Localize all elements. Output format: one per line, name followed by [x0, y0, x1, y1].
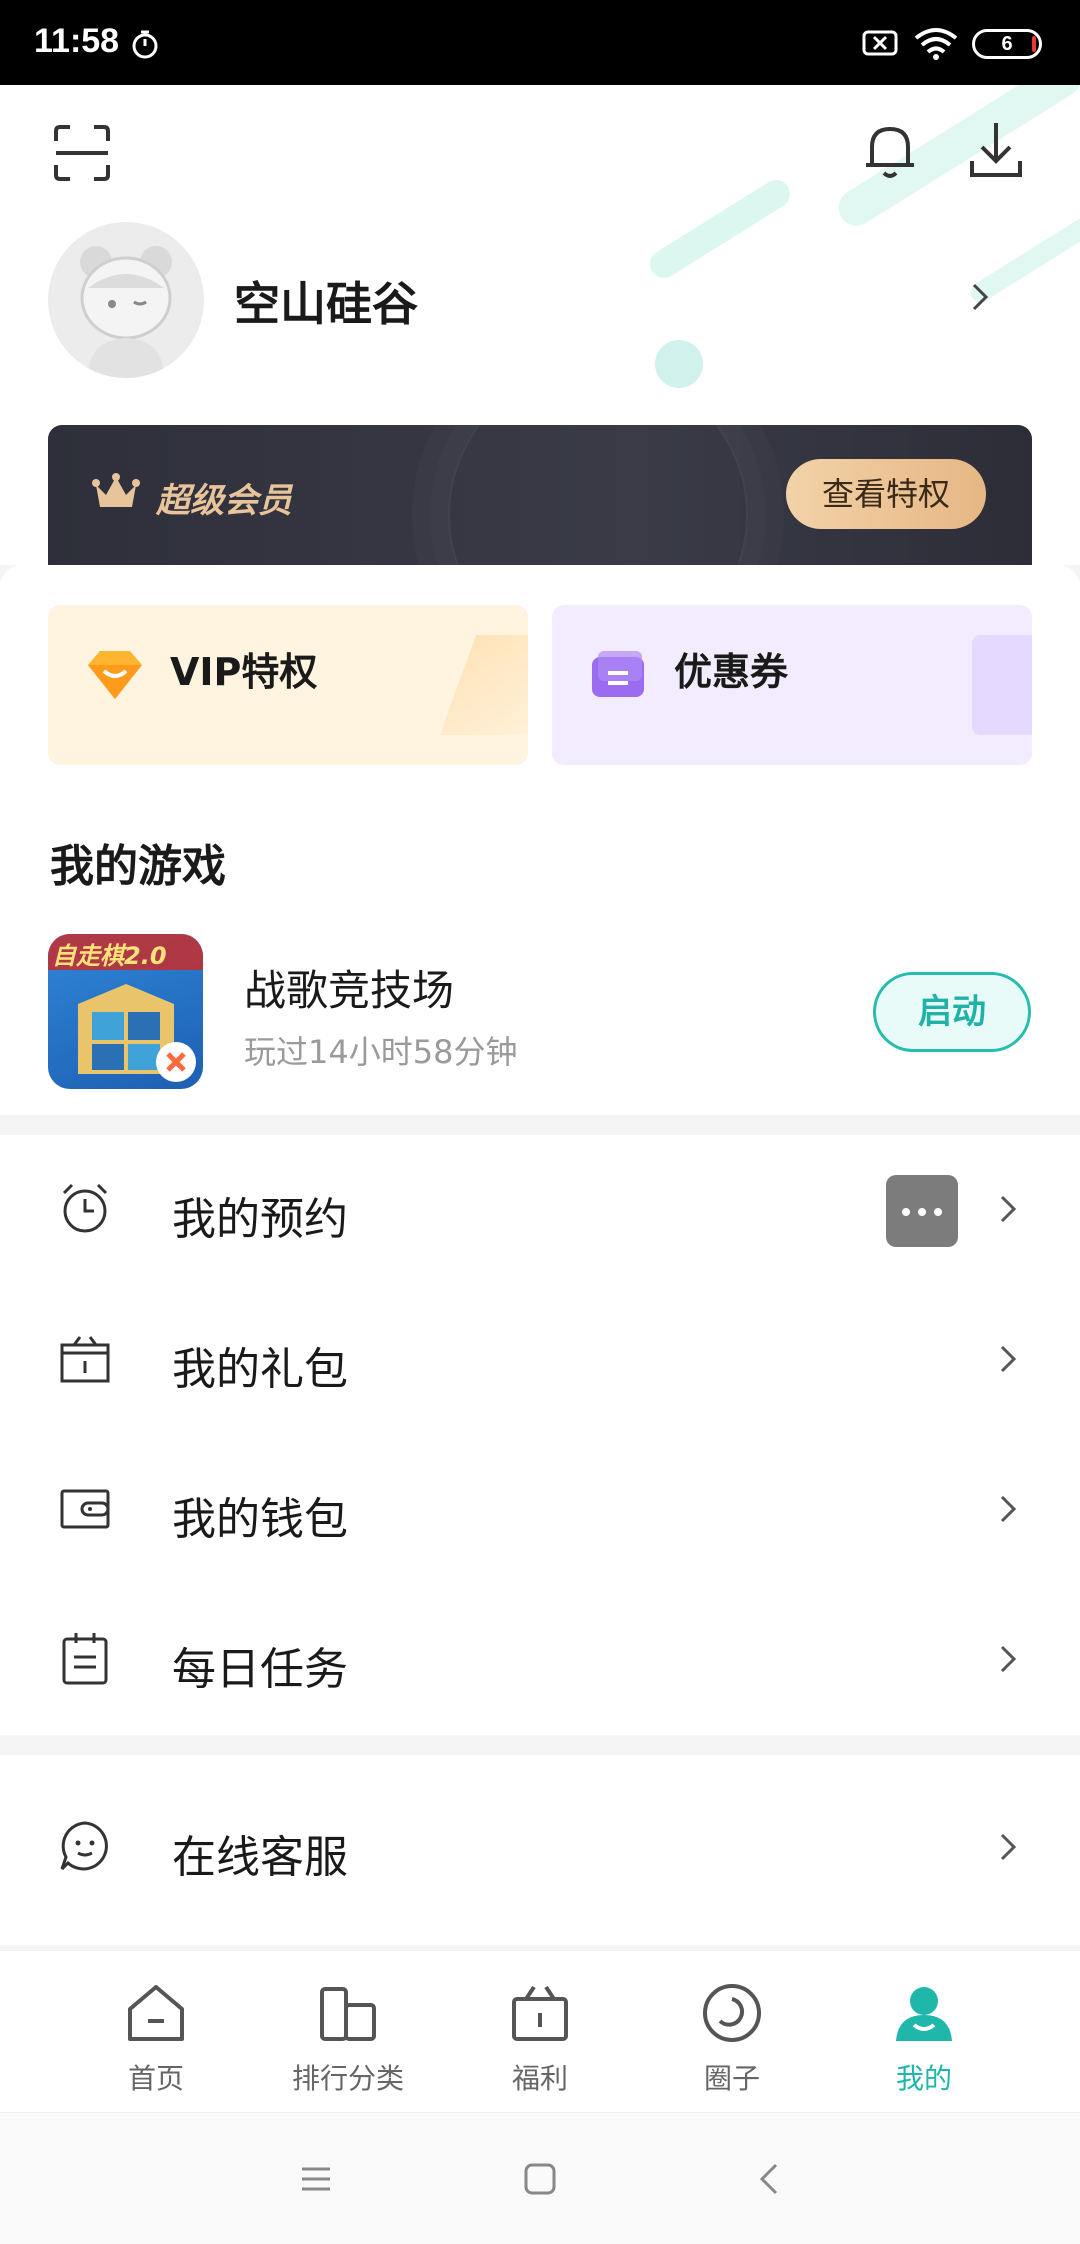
card-decoration [972, 635, 1032, 735]
ranking-icon [320, 1987, 376, 2041]
back-icon[interactable] [752, 2161, 788, 2197]
chevron-right-icon [1000, 1833, 1017, 1861]
game-icon[interactable]: 自走棋2.0 [48, 934, 203, 1089]
coupon-label: 优惠券 [674, 650, 789, 694]
menu-item-daily-tasks[interactable]: 每日任务 [0, 1585, 1080, 1735]
main-content: VIP特权 优惠券 我的游戏 自走棋2.0 战歌竞技场 玩过14小时58分钟 启… [0, 565, 1080, 1115]
menu-label: 我的预约 [172, 1194, 348, 1245]
view-privileges-button[interactable]: 查看特权 [786, 459, 986, 529]
bottom-tab-bar: 首页 排行分类 福利 圈子 我的 [0, 1950, 1080, 2112]
gift-box-icon [60, 1336, 110, 1383]
header-decoration [644, 174, 796, 284]
game-name[interactable]: 战歌竞技场 [244, 957, 454, 1018]
customer-service-icon [60, 1821, 108, 1871]
username[interactable]: 空山硅谷 [234, 268, 418, 334]
super-vip-banner[interactable]: 超级会员 查看特权 [48, 425, 1032, 565]
battery-icon: 6 [972, 29, 1042, 59]
coupon-card[interactable]: 优惠券 [552, 605, 1032, 765]
status-time: 11:58 [34, 22, 120, 60]
tab-circle[interactable]: 圈子 [636, 1951, 828, 2113]
alarm-clock-icon [62, 1183, 108, 1233]
card-decoration [439, 635, 528, 735]
circle-icon [703, 1984, 761, 2042]
avatar[interactable] [48, 222, 204, 378]
tab-label: 首页 [127, 2062, 184, 2095]
timer-icon [132, 30, 158, 59]
chevron-right-icon [1000, 1645, 1017, 1673]
tab-mine[interactable]: 我的 [828, 1951, 1020, 2113]
menu-item-wallet[interactable]: 我的钱包 [0, 1435, 1080, 1585]
chevron-right-icon [1000, 1495, 1017, 1523]
my-games-title: 我的游戏 [50, 841, 226, 892]
gift-icon [512, 1985, 568, 2041]
battery-level: 6 [1001, 33, 1013, 55]
tab-ranking[interactable]: 排行分类 [252, 1951, 444, 2113]
menu-label: 我的礼包 [172, 1344, 348, 1395]
menu-item-reservations[interactable]: 我的预约 [0, 1135, 1080, 1285]
header-decoration [655, 340, 703, 388]
menu-label: 我的钱包 [172, 1494, 348, 1545]
crown-icon [92, 473, 140, 507]
tab-home[interactable]: 首页 [60, 1951, 252, 2113]
avatar-illustration [80, 246, 172, 378]
profile-icon [896, 1987, 952, 2041]
system-nav-bar [0, 2112, 1080, 2244]
coupon-icon [592, 651, 644, 697]
tab-welfare[interactable]: 福利 [444, 1951, 636, 2113]
home-square-icon[interactable] [522, 2161, 558, 2197]
chevron-right-icon [1000, 1195, 1017, 1223]
tab-label: 福利 [511, 2062, 568, 2095]
wallet-icon [60, 1489, 110, 1529]
menu-label: 在线客服 [172, 1832, 348, 1883]
menu-item-gifts[interactable]: 我的礼包 [0, 1285, 1080, 1435]
status-bar: 11:58 6 [0, 0, 1080, 85]
download-icon[interactable] [968, 119, 1024, 183]
banner-decoration [448, 425, 748, 565]
more-badge[interactable] [886, 1175, 958, 1247]
menu-icon[interactable] [298, 2161, 334, 2197]
notification-blocked-icon [862, 30, 898, 56]
chevron-right-icon [1000, 1345, 1017, 1373]
chevron-right-icon[interactable] [970, 281, 990, 313]
home-icon [128, 1985, 184, 2041]
tab-label: 排行分类 [291, 2062, 404, 2095]
wifi-icon [914, 28, 958, 60]
profile-header: 空山硅谷 超级会员 查看特权 [0, 85, 1080, 565]
vip-title: 超级会员 [156, 481, 292, 521]
clipboard-icon [62, 1633, 108, 1685]
tab-label: 圈子 [703, 2062, 760, 2095]
diamond-icon [88, 651, 142, 699]
game-icon-text: 自走棋2.0 [52, 942, 167, 970]
tab-label: 我的 [895, 2062, 952, 2095]
menu-item-customer-service[interactable]: 在线客服 [0, 1773, 1080, 1923]
vip-privileges-card[interactable]: VIP特权 [48, 605, 528, 765]
bell-icon[interactable] [862, 121, 918, 181]
menu-list: 我的预约 我的礼包 我的钱包 每日任务 [0, 1135, 1080, 1735]
vip-privileges-label: VIP特权 [170, 650, 318, 694]
game-playtime: 玩过14小时58分钟 [244, 1033, 518, 1071]
launch-button[interactable]: 启动 [873, 972, 1031, 1052]
menu-label: 每日任务 [172, 1644, 348, 1695]
menu-list-secondary: 在线客服 [0, 1755, 1080, 1945]
scan-icon[interactable] [52, 123, 112, 183]
